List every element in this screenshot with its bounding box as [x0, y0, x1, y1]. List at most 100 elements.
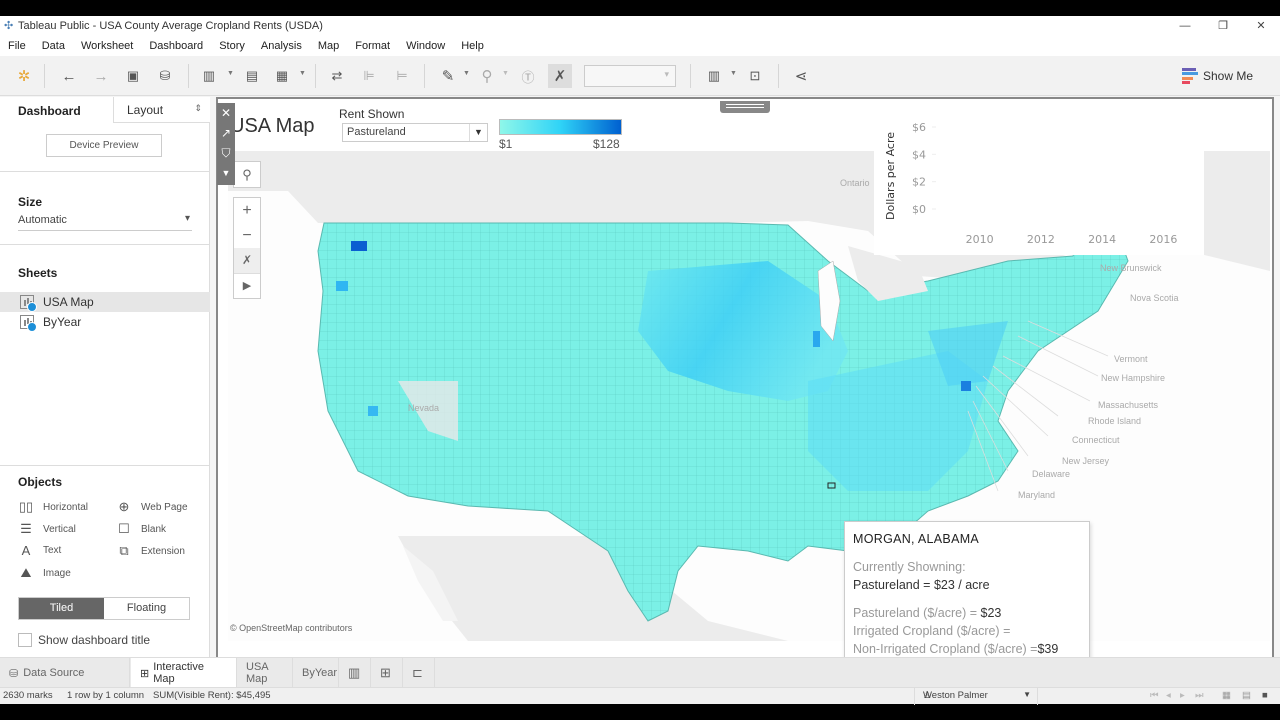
- color-legend-gradient: [499, 119, 622, 135]
- clear-sheet-icon[interactable]: ▦: [270, 64, 294, 88]
- unpin-map-icon[interactable]: ✗: [234, 248, 260, 273]
- chevron-down-icon: ▼: [1023, 690, 1031, 699]
- menu-help[interactable]: Help: [453, 40, 492, 52]
- object-blank[interactable]: ☐ Blank: [116, 521, 166, 537]
- menu-worksheet[interactable]: Worksheet: [73, 40, 141, 52]
- filter-icon[interactable]: ⛉: [221, 143, 230, 163]
- tab-label: USA Map: [246, 661, 269, 685]
- minimize-button[interactable]: —: [1166, 16, 1204, 36]
- unpin-map-icon[interactable]: ✗: [548, 64, 572, 88]
- floating-button[interactable]: Floating: [104, 598, 189, 619]
- tab-dashboard[interactable]: Dashboard: [18, 104, 81, 118]
- clear-sheet-dropdown-icon[interactable]: ▼: [299, 70, 306, 77]
- object-extension[interactable]: ⧉ Extension: [116, 543, 185, 559]
- menu-file[interactable]: File: [0, 40, 34, 52]
- last-page-icon[interactable]: ⏭: [1195, 690, 1204, 701]
- show-mark-labels-icon[interactable]: Ⓣ: [516, 64, 540, 88]
- group-dropdown-icon[interactable]: ▼: [502, 70, 509, 77]
- rent-shown-dropdown[interactable]: Pastureland ▼: [342, 123, 488, 142]
- swap-rows-columns-icon[interactable]: ⇄: [325, 64, 349, 88]
- tiled-button[interactable]: Tiled: [19, 598, 104, 619]
- blank-icon: ☐: [118, 521, 130, 536]
- puzzle-icon: ⧉: [119, 543, 129, 558]
- menu-data[interactable]: Data: [34, 40, 73, 52]
- restore-button[interactable]: ❐: [1204, 16, 1242, 36]
- expand-toolbar-icon[interactable]: ▶: [234, 273, 260, 298]
- dashboard-title: USA Map: [230, 115, 315, 137]
- more-options-icon[interactable]: ▼: [222, 163, 231, 183]
- zoom-in-icon[interactable]: +: [234, 198, 260, 223]
- fit-select[interactable]: [584, 65, 676, 87]
- new-dashboard-tab-button[interactable]: ⊞: [371, 658, 403, 688]
- tooltip-showing-value: Pastureland = $23 / acre: [853, 578, 990, 592]
- prev-page-icon[interactable]: ◂: [1166, 690, 1171, 701]
- object-web-page[interactable]: ⊕ Web Page: [116, 499, 188, 515]
- show-dashboard-title-checkbox[interactable]: [18, 633, 32, 647]
- show-tabs-icon[interactable]: ■: [1262, 690, 1268, 701]
- y-axis-label: Dollars per Acre: [884, 132, 897, 220]
- map-label-new-brunswick: New Brunswick: [1100, 263, 1162, 273]
- show-dashboard-title-label: Show dashboard title: [38, 633, 151, 647]
- database-icon: ⛁: [9, 667, 19, 680]
- highlight-dropdown-icon[interactable]: ▼: [463, 70, 470, 77]
- search-icon[interactable]: ⚲: [234, 162, 260, 187]
- tab-byyear[interactable]: ByYear: [293, 658, 339, 688]
- show-me-button[interactable]: Show Me: [1182, 68, 1253, 84]
- menu-format[interactable]: Format: [347, 40, 398, 52]
- county-highlight: [961, 381, 971, 391]
- redo-icon[interactable]: →: [89, 64, 113, 88]
- remove-icon[interactable]: ✕: [221, 103, 231, 123]
- presentation-mode-icon[interactable]: ⊡: [743, 64, 767, 88]
- tab-layout[interactable]: Layout: [113, 97, 210, 123]
- show-sheet-sorter-icon[interactable]: ▦: [1222, 690, 1231, 701]
- show-filmstrip-icon[interactable]: ▤: [1242, 690, 1251, 701]
- device-preview-button[interactable]: Device Preview: [46, 134, 162, 157]
- object-horizontal[interactable]: ▯▯ Horizontal: [18, 499, 88, 515]
- byyear-chart[interactable]: Dollars per Acre $6 $4 $2 $0 2010 2012 2014 2016: [874, 117, 1204, 255]
- go-to-sheet-icon[interactable]: ↗: [221, 123, 231, 143]
- sheet-item-usa-map[interactable]: USA Map: [0, 292, 210, 312]
- toolbar-separator: [315, 64, 316, 88]
- next-page-icon[interactable]: ▸: [1180, 690, 1185, 701]
- new-worksheet-dropdown-icon[interactable]: ▼: [227, 70, 234, 77]
- highlight-icon[interactable]: ✎: [436, 64, 460, 88]
- sheet-item-byyear[interactable]: ByYear: [0, 312, 210, 332]
- new-worksheet-icon: ▥: [348, 665, 361, 680]
- menu-window[interactable]: Window: [398, 40, 453, 52]
- tab-interactive-map[interactable]: ⊞ Interactive Map: [131, 658, 237, 688]
- panel-tabs: Dashboard Layout: [0, 97, 210, 123]
- undo-icon[interactable]: ←: [57, 64, 81, 88]
- share-icon[interactable]: ⋖: [789, 64, 813, 88]
- drag-handle[interactable]: [720, 101, 770, 113]
- sort-descending-icon[interactable]: ⊨: [390, 64, 414, 88]
- first-page-icon[interactable]: ⏮: [1150, 690, 1159, 701]
- tab-usa-map[interactable]: USA Map: [237, 658, 293, 688]
- menu-analysis[interactable]: Analysis: [253, 40, 310, 52]
- map-label-massachusetts: Massachusetts: [1098, 400, 1159, 410]
- menu-dashboard[interactable]: Dashboard: [141, 40, 211, 52]
- new-worksheet-icon[interactable]: ▥: [197, 64, 221, 88]
- size-select[interactable]: Automatic: [18, 211, 192, 231]
- sort-ascending-icon[interactable]: ⊫: [357, 64, 381, 88]
- object-image[interactable]: ⛰ Image: [18, 565, 71, 581]
- menu-map[interactable]: Map: [310, 40, 347, 52]
- save-icon[interactable]: ▣: [121, 64, 145, 88]
- show-cards-icon[interactable]: ▥: [702, 64, 726, 88]
- zoom-out-icon[interactable]: −: [234, 223, 260, 248]
- tab-data-source[interactable]: ⛁ Data Source: [0, 658, 130, 688]
- duplicate-sheet-icon[interactable]: ▤: [240, 64, 264, 88]
- new-story-tab-button[interactable]: ⊏: [403, 658, 435, 688]
- user-menu[interactable]: ♙ Weston Palmer ▼: [914, 688, 1038, 705]
- show-me-icon: [1182, 68, 1198, 84]
- object-text[interactable]: A Text: [18, 543, 62, 558]
- new-worksheet-tab-button[interactable]: ▥: [339, 658, 371, 688]
- x-tick-label: 2012: [1027, 233, 1055, 246]
- object-vertical[interactable]: ☰ Vertical: [18, 521, 76, 537]
- group-members-icon[interactable]: ⚲: [475, 64, 499, 88]
- tableau-home-icon[interactable]: ✲: [12, 64, 36, 88]
- menu-story[interactable]: Story: [211, 40, 253, 52]
- rent-shown-value: Pastureland: [347, 126, 406, 138]
- close-button[interactable]: ✕: [1242, 16, 1280, 36]
- show-cards-dropdown-icon[interactable]: ▼: [730, 70, 737, 77]
- new-data-source-icon[interactable]: ⛁: [153, 64, 177, 88]
